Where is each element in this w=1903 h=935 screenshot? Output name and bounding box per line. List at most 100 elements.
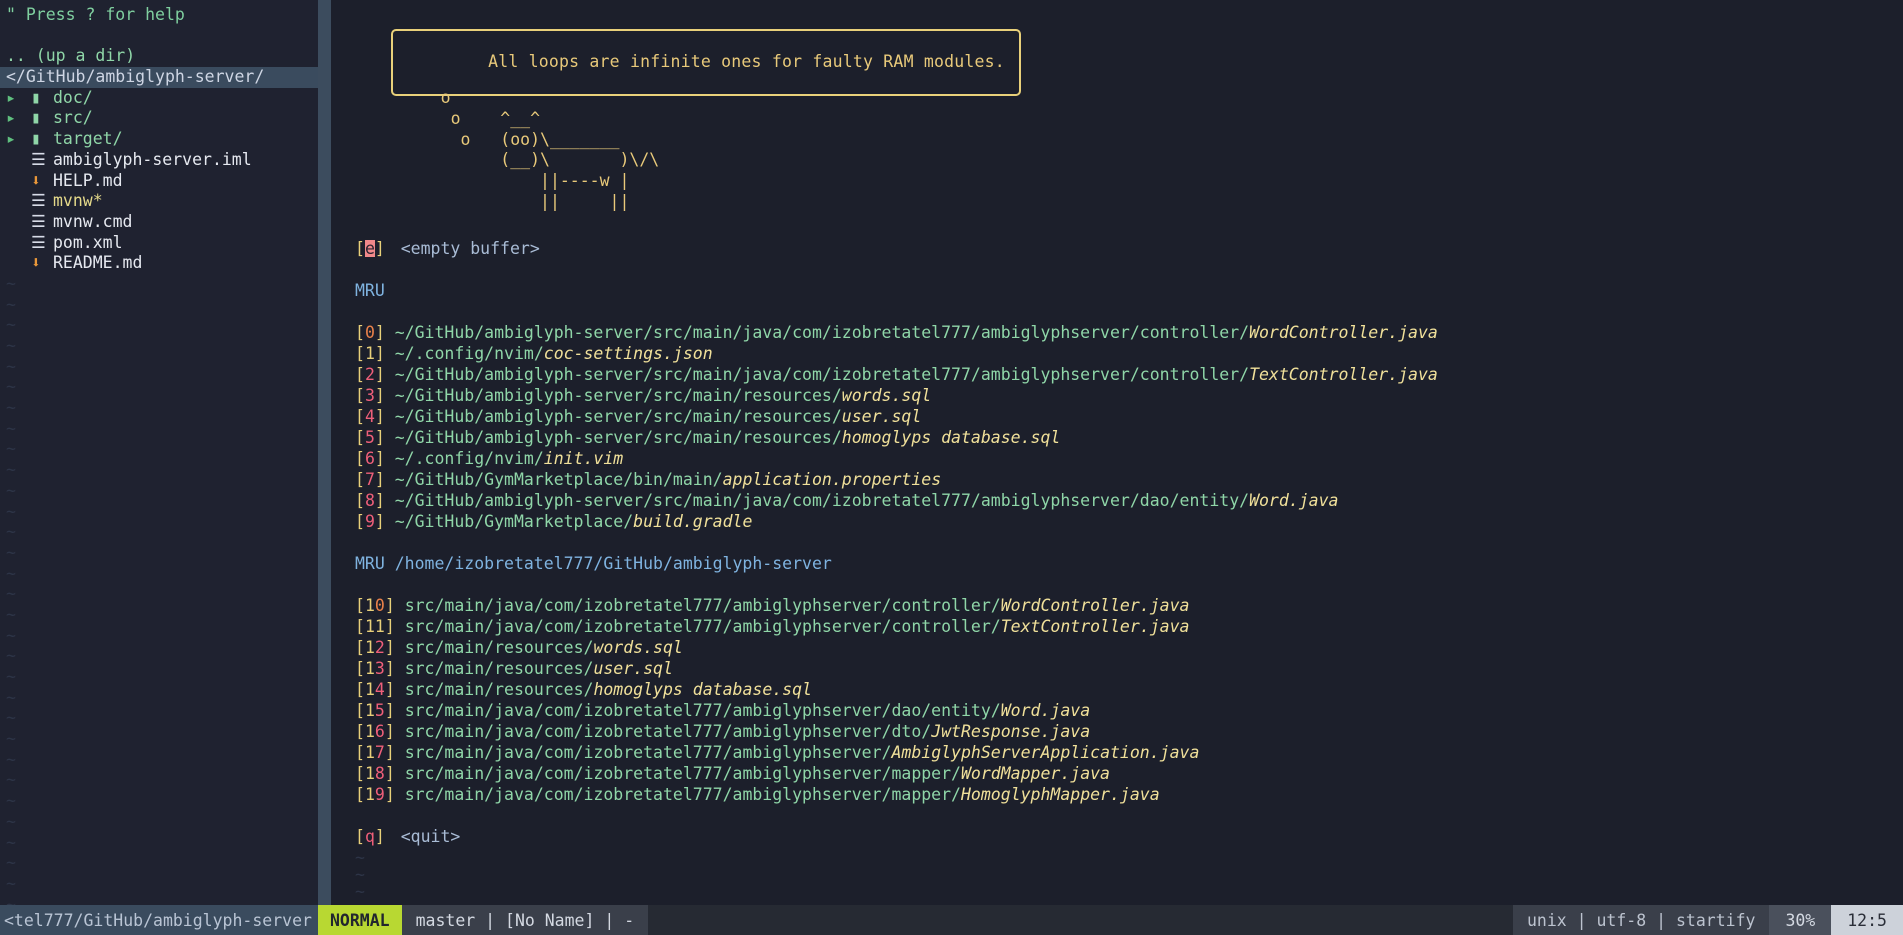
entry-index[interactable]: 1 <box>365 345 375 362</box>
entry-file-name: TextController.java <box>1249 365 1438 384</box>
tree-item-current-dir[interactable]: </GitHub/ambiglyph-server/ <box>0 67 318 88</box>
entry-index-bracket-close: ] <box>384 638 395 657</box>
startify-item-13[interactable]: [13] src/main/resources/user.sql <box>355 660 1438 681</box>
startify-item-17[interactable]: [17] src/main/java/com/izobretatel777/am… <box>355 744 1438 765</box>
entry-index-bracket-close: ] <box>384 617 395 636</box>
startify-item-6[interactable]: [6] ~/.config/nvim/init.vim <box>355 450 1438 471</box>
entry-index[interactable]: 17 <box>365 744 385 761</box>
startify-item-0[interactable]: [0] ~/GitHub/ambiglyph-server/src/main/j… <box>355 324 1438 345</box>
startify-item-15[interactable]: [15] src/main/java/com/izobretatel777/am… <box>355 702 1438 723</box>
quit-key-bracket: [ <box>355 827 365 846</box>
tree-item-src[interactable]: ▸ ▮ src/ <box>0 108 318 129</box>
entry-label: <empty buffer> <box>400 239 540 258</box>
tree-filler-tilde: ~ <box>6 749 16 769</box>
entry-directory-path: ~/GitHub/ambiglyph-server/src/main/java/… <box>394 365 1250 384</box>
startify-item-18[interactable]: [18] src/main/java/com/izobretatel777/am… <box>355 765 1438 786</box>
tree-item-ambiglyph-server-iml[interactable]: ☰ ambiglyph-server.iml <box>0 150 318 171</box>
startify-item-19[interactable]: [19] src/main/java/com/izobretatel777/am… <box>355 786 1438 807</box>
entry-directory-path: ~/.config/nvim/ <box>394 344 544 363</box>
tree-filler-tilde: ~ <box>6 480 16 500</box>
startify-item-10[interactable]: [10] src/main/java/com/izobretatel777/am… <box>355 597 1438 618</box>
startify-item-empty-buffer[interactable]: [e] <empty buffer> <box>355 240 1438 261</box>
startify-item-3[interactable]: [3] ~/GitHub/ambiglyph-server/src/main/r… <box>355 387 1438 408</box>
entry-key-bracket-close: ] <box>374 239 385 258</box>
tree-item-target[interactable]: ▸ ▮ target/ <box>0 129 318 150</box>
tree-item-label: README.md <box>53 253 143 273</box>
entry-index-bracket: [ <box>355 596 365 615</box>
startify-item-11[interactable]: [11] src/main/java/com/izobretatel777/am… <box>355 618 1438 639</box>
startify-item-14[interactable]: [14] src/main/resources/homoglyps databa… <box>355 681 1438 702</box>
startify-filler-column: ~ ~ ~ <box>355 849 1438 901</box>
entry-index-bracket: [ <box>355 701 365 720</box>
tree-item-label: pom.xml <box>53 232 123 252</box>
entry-file-name: WordMapper.java <box>960 764 1110 783</box>
entry-index[interactable]: 18 <box>365 765 385 782</box>
entry-file-name: words.sql <box>841 386 932 405</box>
startify-pane[interactable]: All loops are infinite ones for faulty R… <box>331 0 1903 905</box>
entry-key[interactable]: e <box>364 240 375 258</box>
tree-filler-tilde: ~ <box>6 625 16 645</box>
tree-help-hint: " Press ? for help <box>6 5 185 24</box>
startify-item-2[interactable]: [2] ~/GitHub/ambiglyph-server/src/main/j… <box>355 366 1438 387</box>
file-icon: ☰ <box>31 232 46 252</box>
tree-item-label: target/ <box>53 129 123 149</box>
entry-index[interactable]: 15 <box>365 702 385 719</box>
startify-item-7[interactable]: [7] ~/GitHub/GymMarketplace/bin/main/app… <box>355 471 1438 492</box>
tree-item-pom-xml[interactable]: ☰ pom.xml <box>0 233 318 254</box>
entry-gap <box>385 471 395 488</box>
entry-index-bracket-close: ] <box>374 344 385 363</box>
entry-index[interactable]: 5 <box>365 429 375 446</box>
chevron-right-icon[interactable]: ▸ <box>6 129 31 150</box>
entry-index[interactable]: 0 <box>365 324 375 341</box>
entry-index[interactable]: 19 <box>365 786 385 803</box>
entry-index[interactable]: 6 <box>365 450 375 467</box>
tree-filler-tilde: ~ <box>6 563 16 583</box>
entry-index[interactable]: 9 <box>365 513 375 530</box>
entry-gap <box>395 660 405 677</box>
startify-item-8[interactable]: [8] ~/GitHub/ambiglyph-server/src/main/j… <box>355 492 1438 513</box>
file-icon: ☰ <box>31 191 46 211</box>
tree-item-label: src/ <box>53 108 93 128</box>
entry-index[interactable]: 14 <box>365 681 385 698</box>
entry-index[interactable]: 2 <box>365 366 375 383</box>
entry-index[interactable]: 13 <box>365 660 385 677</box>
quit-key[interactable]: q <box>365 828 375 845</box>
statusline-cursor-position: 12:5 <box>1831 905 1903 935</box>
tree-item-doc[interactable]: ▸ ▮ doc/ <box>0 88 318 109</box>
startify-item-9[interactable]: [9] ~/GitHub/GymMarketplace/build.gradle <box>355 513 1438 534</box>
tree-filler-tilde: ~ <box>6 377 16 397</box>
tree-item-readme-md[interactable]: ⬇ README.md <box>0 253 318 274</box>
entry-index[interactable]: 11 <box>365 618 385 635</box>
tree-item-mvnw[interactable]: ☰ mvnw* <box>0 191 318 212</box>
startify-item-1[interactable]: [1] ~/.config/nvim/coc-settings.json <box>355 345 1438 366</box>
entry-gap <box>395 618 405 635</box>
entry-index[interactable]: 12 <box>365 639 385 656</box>
entry-index-bracket: [ <box>355 491 365 510</box>
tree-item-help-md[interactable]: ⬇ HELP.md <box>0 171 318 192</box>
entry-index[interactable]: 16 <box>365 723 385 740</box>
entry-index[interactable]: 3 <box>365 387 375 404</box>
file-tree-sidebar[interactable]: " Press ? for help .. (up a dir) </GitHu… <box>0 0 318 905</box>
chevron-right-icon[interactable]: ▸ <box>6 88 31 109</box>
tree-item-mvnw-cmd[interactable]: ☰ mvnw.cmd <box>0 212 318 233</box>
tree-filler-tilde: ~ <box>6 418 16 438</box>
spacer-row <box>355 807 1438 828</box>
entry-index[interactable]: 7 <box>365 471 375 488</box>
entry-index[interactable]: 4 <box>365 408 375 425</box>
tree-filler-tilde: ~ <box>6 853 16 873</box>
startify-item-4[interactable]: [4] ~/GitHub/ambiglyph-server/src/main/r… <box>355 408 1438 429</box>
startify-item-5[interactable]: [5] ~/GitHub/ambiglyph-server/src/main/r… <box>355 429 1438 450</box>
entry-index-bracket-close: ] <box>374 323 385 342</box>
tree-item-up-a-dir[interactable]: .. (up a dir) <box>0 46 318 67</box>
startify-item-12[interactable]: [12] src/main/resources/words.sql <box>355 639 1438 660</box>
entry-index[interactable]: 10 <box>365 597 385 614</box>
entry-index[interactable]: 8 <box>365 492 375 509</box>
entry-index-bracket: [ <box>355 785 365 804</box>
entry-index-bracket: [ <box>355 323 365 342</box>
startify-item-16[interactable]: [16] src/main/java/com/izobretatel777/am… <box>355 723 1438 744</box>
file-icon: ☰ <box>31 149 46 169</box>
startify-item-quit[interactable]: [q] <quit> <box>355 828 1438 849</box>
entry-file-name: WordController.java <box>1000 596 1190 615</box>
chevron-right-icon[interactable]: ▸ <box>6 108 31 129</box>
